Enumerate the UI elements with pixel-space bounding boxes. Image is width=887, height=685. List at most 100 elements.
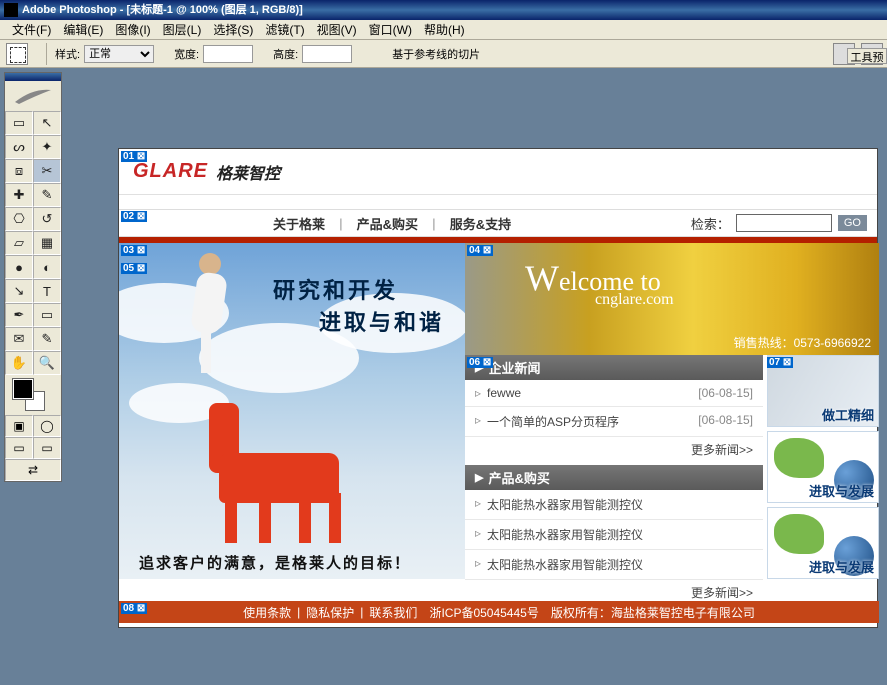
quickmask-mode-icon[interactable]: ◯ [33,415,61,437]
search-input[interactable] [736,214,832,232]
news-item[interactable]: ▹fewwe[06-08-15] [465,380,763,407]
fg-color-swatch[interactable] [13,379,33,399]
notes-tool[interactable]: ✉ [5,327,33,351]
slice-badge: 03 ⊠ [121,245,147,256]
slice-info-text: 基于参考线的切片 [392,46,480,62]
footer-terms[interactable]: 使用条款 [237,604,297,621]
slogan-line-2: 进取与和谐 [319,305,444,337]
heal-tool[interactable]: ✚ [5,183,33,207]
menu-file[interactable]: 文件(F) [6,19,57,40]
thumb-3[interactable]: 进取与发展 [767,507,879,579]
news-header: ▶企业新闻 [465,355,763,380]
style-select[interactable]: 正常 [84,45,154,63]
app-icon [4,3,18,17]
footer-icp: 浙ICP备05045445号 [423,604,544,621]
slice-tool[interactable]: ✂ [33,159,61,183]
products-header: ▶产品&购买 [465,465,763,490]
feather-icon [13,86,53,106]
side-thumbnails: 做工精细 进取与发展 进取与发展 [767,355,879,583]
menu-bar: 文件(F) 编辑(E) 图像(I) 图层(L) 选择(S) 滤镜(T) 视图(V… [0,20,887,40]
document-canvas[interactable]: 01 ⊠ 02 ⊠ 03 ⊠ 04 ⊠ 05 ⊠ 06 ⊠ 07 ⊠ 08 ⊠ … [118,148,878,628]
app-title: Adobe Photoshop - [未标题-1 @ 100% (图层 1, R… [22,0,303,20]
menu-filter[interactable]: 滤镜(T) [259,19,310,40]
path-tool[interactable]: ↘ [5,279,33,303]
arrow-icon: ▶ [475,471,483,484]
site-nav: 关于格莱 | 产品&购买 | 服务&支持 检索： GO [119,209,877,237]
title-bar: Adobe Photoshop - [未标题-1 @ 100% (图层 1, R… [0,0,887,20]
label-height: 高度: [273,46,298,62]
slogan-line-1: 研究和开发 [273,273,398,305]
logo-cn: 格莱智控 [216,160,280,184]
search-label: 检索： [691,214,730,233]
footer-contact[interactable]: 联系我们 [363,604,423,621]
slice-badge: 07 ⊠ [767,357,793,368]
products-block: ▶产品&购买 ▹太阳能热水器家用智能测控仪 ▹太阳能热水器家用智能测控仪 ▹太阳… [465,465,763,605]
product-item[interactable]: ▹太阳能热水器家用智能测控仪 [465,490,763,520]
slice-badge: 02 ⊠ [121,211,147,222]
width-input[interactable] [203,45,253,63]
toolbox-grip[interactable] [5,73,61,81]
slice-badge: 06 ⊠ [467,357,493,368]
search-box: 检索： GO [691,214,867,233]
type-tool[interactable]: T [33,279,61,303]
crop-tool[interactable]: ⧈ [5,159,33,183]
logo-en: GLARE [133,160,208,183]
height-input[interactable] [302,45,352,63]
person-figure [169,253,249,373]
domain-text: cnglare.com [595,291,674,309]
site-footer: 使用条款 | 隐私保护 | 联系我们 浙ICP备05045445号 版权所有：海… [119,601,879,623]
label-width: 宽度: [174,46,199,62]
slice-badge: 08 ⊠ [121,603,147,614]
lasso-tool[interactable]: ᔕ [5,135,33,159]
nav-support[interactable]: 服务&支持 [436,214,525,233]
move-tool[interactable]: ↖ [33,111,61,135]
nav-about[interactable]: 关于格莱 [259,214,339,233]
toolbox: ▭↖ ᔕ✦ ⧈✂ ✚✎ ⎔↺ ▱▦ ●◐ ↘T ✒▭ ✉✎ ✋🔍 ▣◯ ▭▭ ⇄ [4,72,62,482]
nav-products[interactable]: 产品&购买 [343,214,432,233]
stamp-tool[interactable]: ⎔ [5,207,33,231]
dodge-tool[interactable]: ◐ [33,255,61,279]
more-news-link[interactable]: 更多新闻>> [465,437,763,462]
zoom-tool[interactable]: 🔍 [33,351,61,375]
label-style: 样式: [55,46,80,62]
screen-mode-1-icon[interactable]: ▭ [5,437,33,459]
news-item[interactable]: ▹一个简单的ASP分页程序[06-08-15] [465,407,763,437]
brush-tool[interactable]: ✎ [33,183,61,207]
blur-tool[interactable]: ● [5,255,33,279]
footer-copyright: 版权所有：海盐格莱智控电子有限公司 [545,604,761,621]
history-brush-tool[interactable]: ↺ [33,207,61,231]
go-button[interactable]: GO [838,215,867,231]
hand-tool[interactable]: ✋ [5,351,33,375]
pen-tool[interactable]: ✒ [5,303,33,327]
slice-badge: 01 ⊠ [121,151,147,162]
hero-right-panel: Welcome to cnglare.com 销售热线：0573-6966922 [465,243,879,355]
tool-presets-tab[interactable]: 工具预设 [847,48,887,64]
marquee-tool[interactable]: ▭ [5,111,33,135]
hero-bottom-text: 追求客户的满意，是格莱人的目标！ [139,552,411,573]
eraser-tool[interactable]: ▱ [5,231,33,255]
jump-to-imageready-icon[interactable]: ⇄ [5,459,61,481]
footer-privacy[interactable]: 隐私保护 [300,604,360,621]
menu-select[interactable]: 选择(S) [207,19,259,40]
slice-badge: 04 ⊠ [467,245,493,256]
menu-layer[interactable]: 图层(L) [157,19,208,40]
current-tool-icon[interactable] [6,43,28,65]
product-item[interactable]: ▹太阳能热水器家用智能测控仪 [465,550,763,580]
menu-view[interactable]: 视图(V) [311,19,363,40]
menu-image[interactable]: 图像(I) [109,19,156,40]
product-item[interactable]: ▹太阳能热水器家用智能测控仪 [465,520,763,550]
shape-tool[interactable]: ▭ [33,303,61,327]
thumb-2[interactable]: 进取与发展 [767,431,879,503]
red-chair [209,403,359,543]
screen-mode-2-icon[interactable]: ▭ [33,437,61,459]
menu-help[interactable]: 帮助(H) [418,19,471,40]
hotline-text: 销售热线：0573-6966922 [734,334,871,351]
separator [46,43,47,65]
standard-mode-icon[interactable]: ▣ [5,415,33,437]
gradient-tool[interactable]: ▦ [33,231,61,255]
menu-edit[interactable]: 编辑(E) [57,19,109,40]
eyedropper-tool[interactable]: ✎ [33,327,61,351]
slice-badge: 05 ⊠ [121,263,147,274]
wand-tool[interactable]: ✦ [33,135,61,159]
menu-window[interactable]: 窗口(W) [363,19,418,40]
